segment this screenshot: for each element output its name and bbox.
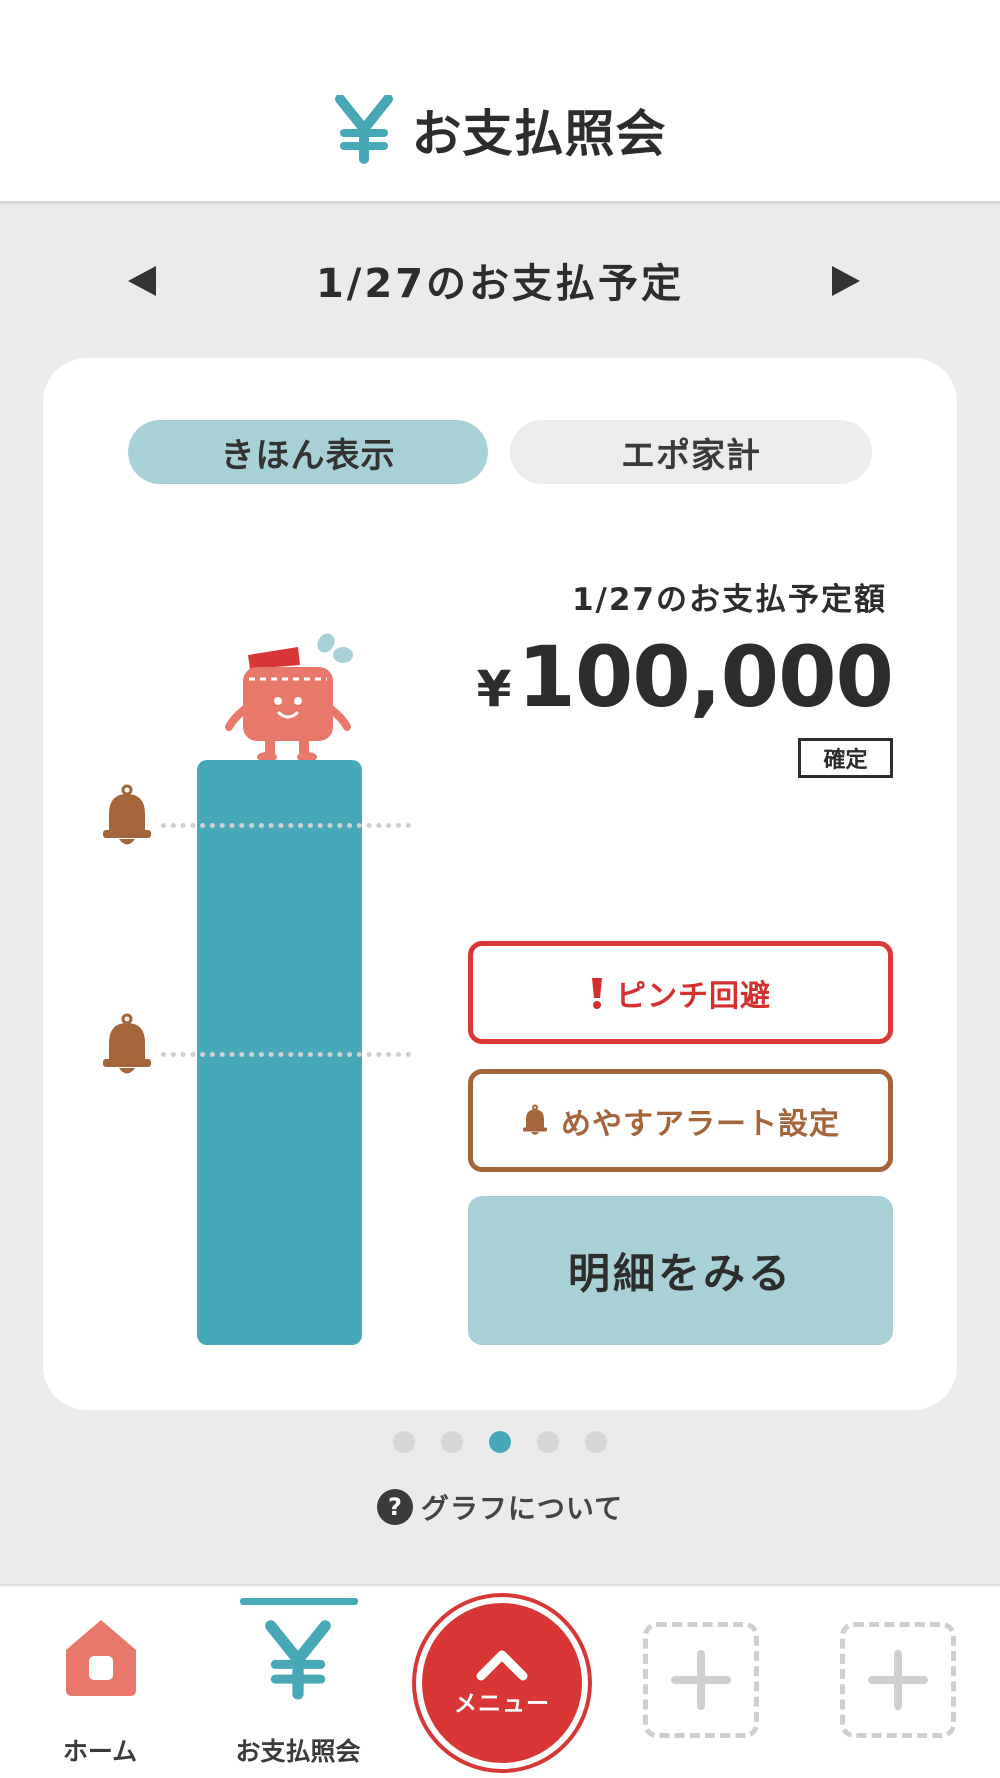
- tab-epo-household[interactable]: エポ家計: [510, 420, 872, 484]
- alert-threshold-line: [161, 823, 411, 828]
- header: お支払照会: [0, 0, 1000, 204]
- amount-label: 1/27のお支払予定額: [571, 582, 887, 618]
- view-details-button[interactable]: 明細をみる: [468, 1196, 893, 1345]
- amount-value: 100,000: [517, 628, 894, 726]
- tab-home[interactable]: ホーム: [30, 1586, 170, 1778]
- payment-amount: ¥ 100,000: [476, 628, 894, 726]
- home-icon: [66, 1620, 136, 1696]
- bell-icon: [103, 1013, 151, 1074]
- active-tab-indicator: [240, 1598, 358, 1605]
- alert-setting-label: めやすアラート設定: [561, 1106, 840, 1142]
- page-dot[interactable]: [441, 1431, 463, 1453]
- add-shortcut-slot[interactable]: [840, 1622, 956, 1738]
- mascot-character: [225, 633, 353, 762]
- alert-setting-button[interactable]: めやすアラート設定: [468, 1069, 893, 1172]
- tab-home-label: ホーム: [62, 1737, 138, 1766]
- add-icon: [671, 1650, 731, 1710]
- page-dot[interactable]: [585, 1431, 607, 1453]
- menu-label: メニュー: [454, 1691, 550, 1717]
- pinch-avoid-button[interactable]: ピンチ回避: [468, 941, 893, 1044]
- status-badge: 確定: [798, 738, 893, 778]
- tab-payment-label: お支払照会: [235, 1737, 361, 1766]
- page-dot[interactable]: [537, 1431, 559, 1453]
- date-title: 1/27のお支払予定: [315, 261, 685, 307]
- pinch-avoid-label: ピンチ回避: [616, 978, 771, 1014]
- page-dot[interactable]: [393, 1431, 415, 1453]
- tab-basic-view[interactable]: きほん表示: [128, 420, 488, 484]
- add-shortcut-slot[interactable]: [643, 1622, 759, 1738]
- alert-threshold-line: [161, 1052, 411, 1057]
- page-title-wrap: お支払照会: [0, 92, 1000, 168]
- yen-icon: [334, 95, 393, 164]
- currency-symbol: ¥: [476, 660, 512, 718]
- next-date-button[interactable]: [832, 266, 860, 296]
- graph-help-link[interactable]: ? グラフについて: [0, 1487, 1000, 1527]
- bell-icon: [523, 1104, 547, 1135]
- chevron-up-icon: [476, 1650, 528, 1681]
- tab-payment-inquiry[interactable]: お支払照会: [228, 1586, 368, 1778]
- page-dot-active[interactable]: [489, 1431, 511, 1453]
- menu-button[interactable]: メニュー: [416, 1597, 588, 1769]
- graph-help-label: グラフについて: [420, 1492, 624, 1525]
- yen-icon: [265, 1620, 331, 1700]
- exclamation-icon: [592, 977, 602, 1009]
- page-indicator: [0, 1431, 1000, 1453]
- payment-card: きほん表示 エポ家計 1/27のお支払予定額 ¥ 100,000 確定 ピンチ回…: [43, 358, 957, 1410]
- bell-icon: [103, 784, 151, 845]
- page-title: お支払照会: [411, 105, 667, 163]
- question-icon: ?: [376, 1489, 413, 1525]
- add-icon: [868, 1650, 928, 1710]
